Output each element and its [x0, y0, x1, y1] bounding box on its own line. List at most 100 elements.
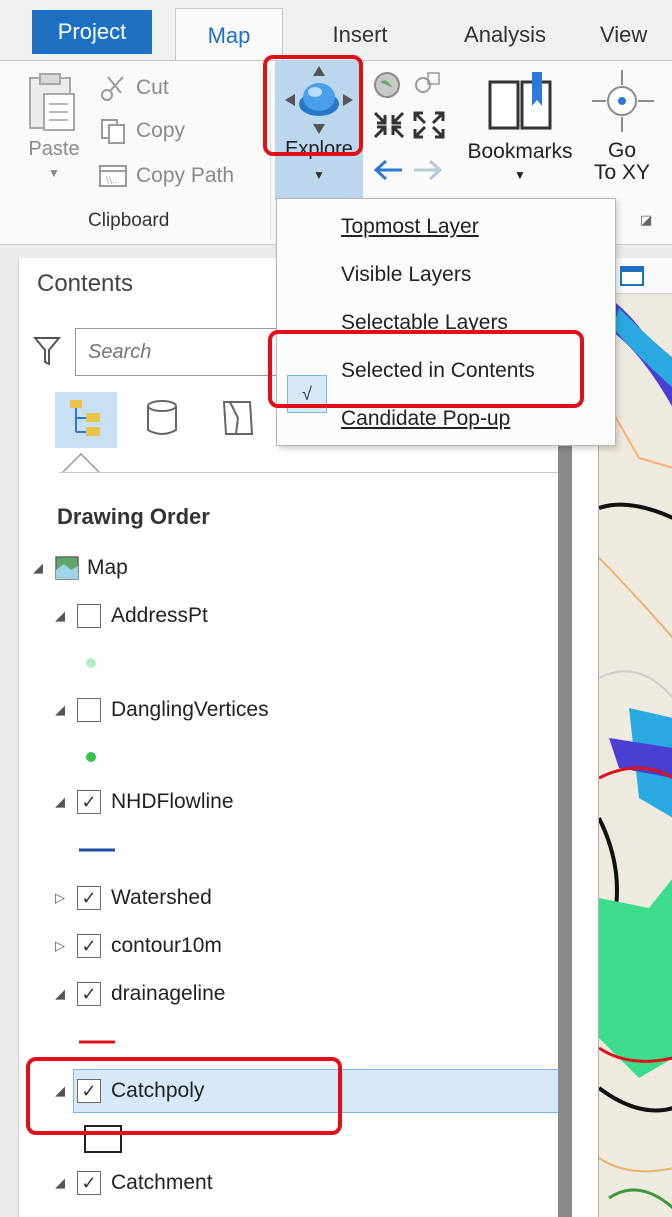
tab-insert[interactable]: Insert	[305, 10, 415, 60]
map-tree-item[interactable]: ◢ Map	[33, 550, 128, 586]
globe-icon[interactable]	[372, 70, 402, 105]
list-by-drawing-order-button[interactable]	[55, 392, 117, 448]
svg-text:\\..: \\..	[106, 176, 118, 186]
crosshair-icon	[592, 68, 656, 139]
layer-name: AddressPt	[111, 604, 208, 627]
expand-triangle-icon[interactable]: ◢	[55, 1175, 71, 1191]
layer-name: DanglingVertices	[111, 698, 269, 721]
layer-name: Catchment	[111, 1171, 213, 1194]
layer-watershed[interactable]: ▷ ✓ Watershed	[55, 880, 212, 916]
active-view-indicator-icon	[61, 452, 101, 477]
collapse-triangle-icon[interactable]: ▷	[55, 890, 71, 906]
layer-catchpoly[interactable]: ◢ ✓ Catchpoly	[55, 1073, 204, 1109]
visibility-checkbox[interactable]: ✓	[77, 1171, 101, 1195]
tab-view[interactable]: View	[590, 10, 672, 60]
menu-item-candidate-popup[interactable]: Candidate Pop-up	[341, 399, 510, 439]
visibility-checkbox[interactable]: ✓	[77, 934, 101, 958]
collapse-triangle-icon[interactable]: ▷	[55, 938, 71, 954]
ribbon-tab-bar: Project Map Insert Analysis View	[0, 0, 672, 62]
layer-danglingvertices[interactable]: ◢ DanglingVertices	[55, 692, 269, 728]
layer-name: NHDFlowline	[111, 790, 234, 813]
copy-path-label: Copy Path	[136, 164, 235, 187]
go-label-line1: Go	[607, 139, 636, 162]
explore-button[interactable]: Explore ▼	[275, 60, 363, 200]
tab-analysis[interactable]: Analysis	[430, 10, 580, 60]
layer-nhdflowline[interactable]: ◢ ✓ NHDFlowline	[55, 784, 234, 820]
bookmarks-label: Bookmarks	[467, 140, 573, 163]
drawing-order-icon	[68, 398, 104, 443]
line-symbol-icon	[79, 1032, 115, 1050]
list-by-source-button[interactable]	[131, 392, 193, 448]
visibility-checkbox[interactable]	[77, 698, 101, 722]
layer-drainageline[interactable]: ◢ ✓ drainageline	[55, 976, 225, 1012]
point-symbol-icon	[85, 750, 97, 768]
chevron-down-icon[interactable]: ▼	[48, 166, 60, 180]
visibility-checkbox[interactable]: ✓	[77, 982, 101, 1006]
polygon-symbol-icon	[83, 1124, 123, 1159]
explore-label: Explore	[285, 138, 353, 160]
copy-path-button[interactable]: \\.. Copy Path	[98, 158, 234, 194]
scissors-icon	[98, 73, 128, 103]
small-navigation-tools	[368, 68, 458, 198]
chevron-down-icon[interactable]: ▼	[514, 168, 526, 182]
paste-button[interactable]: Paste ▼	[22, 72, 82, 182]
menu-item-selected-in-contents[interactable]: Selected in Contents	[341, 351, 535, 391]
database-icon	[144, 398, 180, 443]
layer-name: contour10m	[111, 934, 222, 957]
drawing-order-heading: Drawing Order	[57, 504, 210, 529]
cut-button[interactable]: Cut	[98, 70, 169, 106]
line-symbol-icon	[79, 840, 115, 858]
map-icon	[55, 556, 79, 580]
copy-path-icon: \\..	[98, 161, 128, 191]
menu-item-topmost-layer[interactable]: Topmost Layer	[341, 207, 479, 247]
expand-triangle-icon[interactable]: ◢	[33, 560, 49, 576]
copy-label: Copy	[136, 119, 186, 142]
menu-item-selectable-layers[interactable]: Selectable Layers	[341, 303, 508, 333]
tab-map[interactable]: Map	[175, 8, 283, 62]
point-symbol-icon	[85, 656, 97, 674]
chevron-down-icon[interactable]: ▼	[313, 168, 325, 182]
paste-label: Paste	[28, 138, 80, 160]
expand-triangle-icon[interactable]: ◢	[55, 986, 71, 1002]
ribbon-divider	[270, 70, 271, 240]
layer-catchment[interactable]: ◢ ✓ Catchment	[55, 1165, 213, 1201]
menu-item-visible-layers[interactable]: Visible Layers	[341, 255, 471, 295]
fixed-zoom-in-icon[interactable]	[372, 110, 406, 145]
map-tab-icon	[620, 266, 644, 291]
list-by-selection-button[interactable]	[207, 392, 269, 448]
left-dock-strip	[0, 245, 18, 1217]
forward-arrow-icon[interactable]	[412, 158, 444, 187]
expand-triangle-icon[interactable]: ◢	[55, 608, 71, 624]
bookmarks-button[interactable]: Bookmarks ▼	[458, 64, 582, 194]
cut-label: Cut	[136, 76, 169, 99]
visibility-checkbox[interactable]: ✓	[77, 1079, 101, 1103]
fixed-zoom-out-icon[interactable]	[412, 110, 446, 145]
paste-icon	[22, 73, 82, 138]
toolbar-divider	[59, 472, 569, 473]
expand-triangle-icon[interactable]: ◢	[55, 1083, 71, 1099]
copy-button[interactable]: Copy	[98, 113, 185, 149]
polygon-selection-icon	[220, 398, 256, 443]
layer-name: Catchpoly	[111, 1079, 205, 1102]
layer-name: Map	[87, 556, 128, 579]
visibility-checkbox[interactable]	[77, 604, 101, 628]
expand-triangle-icon[interactable]: ◢	[55, 702, 71, 718]
explore-dropdown-menu: Topmost Layer Visible Layers Selectable …	[276, 198, 616, 446]
tab-project[interactable]: Project	[32, 10, 152, 54]
go-to-xy-button[interactable]: Go To XY	[584, 64, 672, 194]
layer-contour10m[interactable]: ▷ ✓ contour10m	[55, 928, 222, 964]
filter-icon[interactable]	[32, 336, 62, 371]
back-arrow-icon[interactable]	[372, 158, 404, 187]
bookmark-book-icon	[486, 68, 554, 141]
copy-icon	[98, 116, 128, 146]
explore-icon	[283, 64, 355, 141]
visibility-checkbox[interactable]: ✓	[77, 790, 101, 814]
checkmark-icon: √	[287, 375, 327, 413]
zoom-to-selection-icon[interactable]	[412, 70, 442, 105]
dialog-launcher-icon[interactable]: ◪	[640, 212, 652, 228]
layer-name: Watershed	[111, 886, 212, 909]
expand-triangle-icon[interactable]: ◢	[55, 794, 71, 810]
layer-name: drainageline	[111, 982, 226, 1005]
visibility-checkbox[interactable]: ✓	[77, 886, 101, 910]
layer-addresspt[interactable]: ◢ AddressPt	[55, 598, 208, 634]
